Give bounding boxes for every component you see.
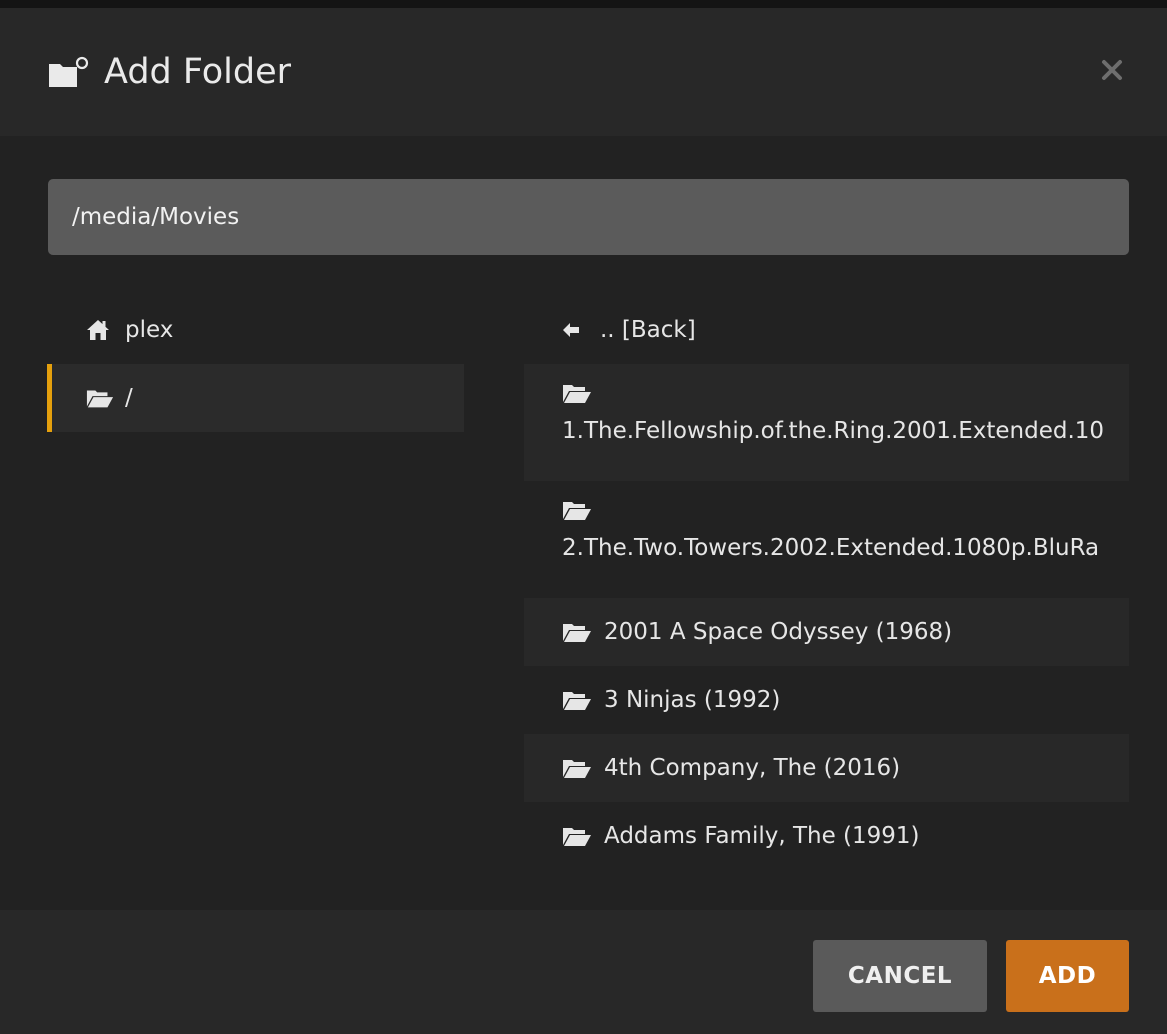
- folder-open-icon: [562, 756, 596, 780]
- folder-open-icon: [562, 688, 596, 712]
- back-label: .. [Back]: [600, 317, 696, 343]
- sidebar-item-label: /: [125, 385, 133, 411]
- folder-name: 2001 A Space Odyssey (1968): [604, 619, 953, 645]
- sidebar-item-plex[interactable]: plex: [47, 296, 464, 364]
- dialog-footer: CANCEL ADD: [0, 910, 1167, 1034]
- dialog-title: Add Folder: [104, 52, 292, 92]
- folder-open-icon: [562, 382, 596, 406]
- add-button[interactable]: ADD: [1006, 940, 1129, 1012]
- list-item[interactable]: Addams Family, The (1991): [524, 802, 1129, 870]
- dialog-header: Add Folder: [0, 8, 1167, 136]
- folder-name: Addams Family, The (1991): [604, 823, 920, 849]
- folder-name: 1.The.Fellowship.of.the.Ring.2001.Extend…: [562, 418, 1105, 444]
- list-item[interactable]: 1.The.Fellowship.of.the.Ring.2001.Extend…: [524, 364, 1129, 481]
- add-folder-icon: [47, 55, 91, 89]
- folder-open-icon: [562, 620, 596, 644]
- sidebar-item-label: plex: [125, 317, 174, 343]
- cancel-button[interactable]: CANCEL: [813, 940, 987, 1012]
- list-item[interactable]: 2.The.Two.Towers.2002.Extended.1080p.Blu…: [524, 481, 1129, 598]
- sidebar-item-root[interactable]: /: [47, 364, 464, 432]
- list-item[interactable]: 4th Company, The (2016): [524, 734, 1129, 802]
- backdrop-strip: [0, 0, 1167, 8]
- folder-name: 4th Company, The (2016): [604, 755, 901, 781]
- close-button[interactable]: [1098, 56, 1128, 86]
- add-folder-dialog: Add Folder plex /: [0, 8, 1167, 1034]
- folder-name: 2.The.Two.Towers.2002.Extended.1080p.Blu…: [562, 535, 1100, 561]
- list-item[interactable]: 3 Ninjas (1992): [524, 666, 1129, 734]
- folder-path-input[interactable]: [48, 179, 1129, 255]
- folder-name: 3 Ninjas (1992): [604, 687, 781, 713]
- folder-open-icon: [562, 499, 596, 523]
- close-icon: [1102, 60, 1122, 80]
- home-icon: [86, 318, 114, 342]
- arrow-left-icon: [562, 318, 584, 342]
- folder-open-icon: [562, 824, 596, 848]
- folder-open-icon: [86, 386, 114, 410]
- folder-list: .. [Back] 1.The.Fellowship.of.the.Ring.2…: [524, 296, 1167, 870]
- location-sidebar: plex /: [47, 296, 464, 432]
- back-row[interactable]: .. [Back]: [524, 296, 1129, 364]
- list-item[interactable]: 2001 A Space Odyssey (1968): [524, 598, 1129, 666]
